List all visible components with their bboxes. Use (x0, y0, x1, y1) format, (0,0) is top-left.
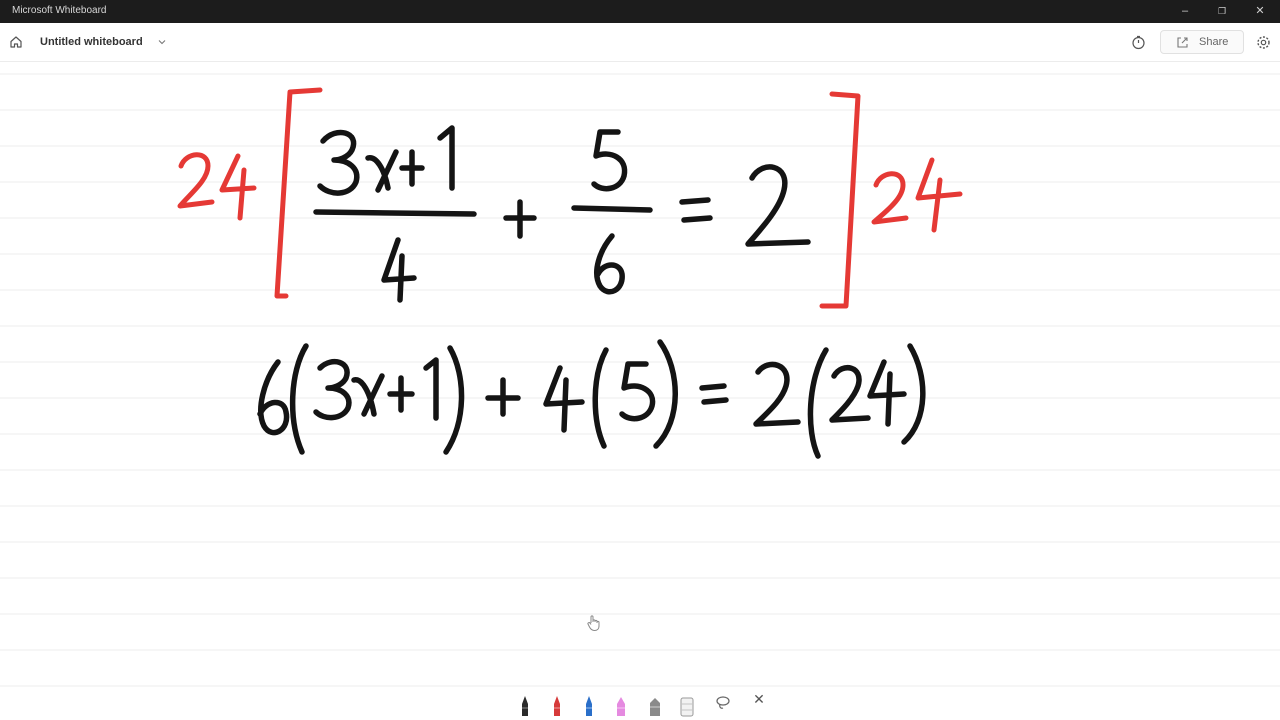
blue-pen-icon[interactable] (578, 688, 600, 718)
window-titlebar: Microsoft Whiteboard – ❐ ✕ (0, 0, 1280, 23)
chevron-down-icon[interactable] (157, 37, 167, 47)
ink-layer (177, 87, 963, 459)
close-window-button[interactable]: ✕ (1241, 0, 1279, 23)
pink-highlighter-icon[interactable] (610, 688, 632, 718)
highlighter-icon[interactable] (644, 688, 666, 718)
home-icon[interactable] (9, 35, 23, 49)
command-bar: Untitled whiteboard Share (0, 23, 1280, 62)
board-title[interactable]: Untitled whiteboard (40, 36, 143, 48)
minimize-button[interactable]: – (1166, 0, 1204, 23)
app-title: Microsoft Whiteboard (12, 5, 107, 16)
settings-icon[interactable] (1256, 35, 1271, 50)
share-label: Share (1199, 36, 1229, 48)
black-pen-icon[interactable] (514, 688, 536, 718)
lasso-icon[interactable] (712, 688, 734, 718)
ink-toolbar: ✕ (506, 682, 774, 720)
timer-icon[interactable] (1131, 35, 1146, 50)
equation-2 (257, 339, 926, 459)
equation-1-terms (313, 125, 811, 303)
share-icon (1177, 37, 1188, 48)
close-icon[interactable]: ✕ (748, 686, 770, 716)
equation-1 (177, 87, 963, 309)
whiteboard-canvas[interactable] (0, 62, 1280, 720)
maximize-button[interactable]: ❐ (1203, 0, 1241, 23)
share-button[interactable]: Share (1160, 30, 1244, 54)
eraser-icon[interactable] (676, 688, 698, 718)
red-pen-icon[interactable] (546, 688, 568, 718)
hand-cursor-icon (587, 615, 600, 632)
